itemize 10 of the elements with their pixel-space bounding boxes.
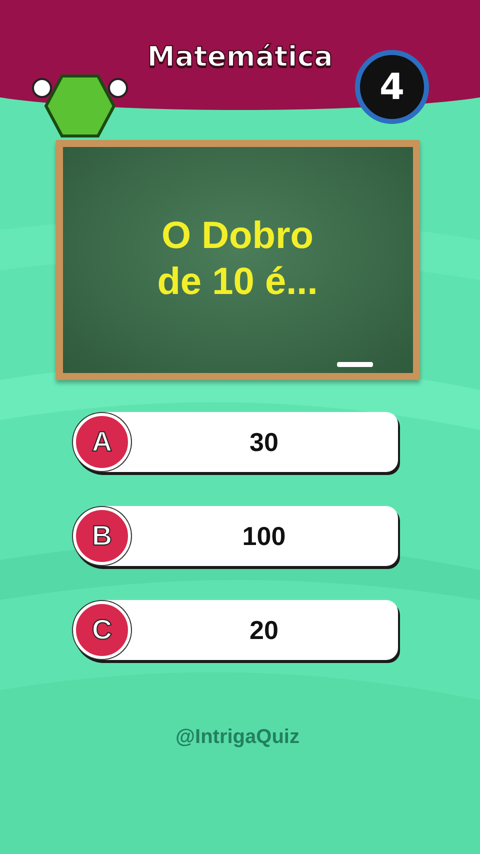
answer-option[interactable]: B 100 [72, 506, 398, 566]
answer-letter: A [73, 413, 131, 471]
channel-handle: @IntrigaQuiz [176, 726, 300, 748]
question-text: O Dobro de 10 é... [156, 214, 319, 305]
chalk-icon [336, 362, 372, 367]
answer-option[interactable]: A 30 [72, 412, 398, 472]
quiz-title: Matemática [146, 40, 334, 73]
answer-option[interactable]: C 20 [72, 600, 398, 660]
answer-letter: C [73, 601, 131, 659]
answer-letter: B [73, 507, 131, 565]
